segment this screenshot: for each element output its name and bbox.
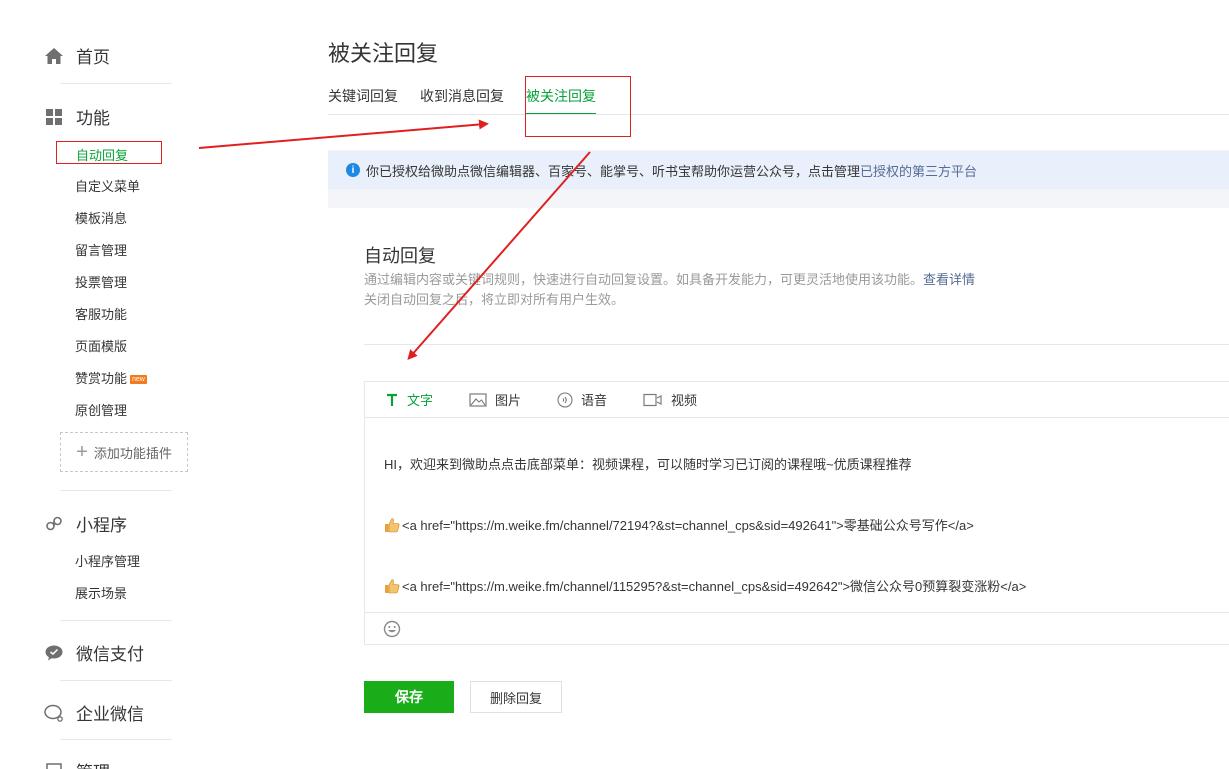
nav-features[interactable]: 功能 <box>44 104 110 129</box>
voice-icon <box>557 391 573 408</box>
tab-keyword-reply[interactable]: 关键词回复 <box>328 86 398 115</box>
image-icon <box>469 392 487 407</box>
main-content: 被关注回复 关键词回复 收到消息回复 被关注回复 i 你已授权给微助点微信编辑器… <box>328 0 1229 769</box>
sidebar-divider <box>60 620 172 621</box>
add-plugin-label: 添加功能插件 <box>93 445 172 461</box>
sidebar-divider <box>60 739 172 740</box>
delete-reply-button[interactable]: 删除回复 <box>470 681 562 713</box>
info-icon: i <box>346 163 360 177</box>
sidebar-item-vote-management[interactable]: 投票管理 <box>75 272 127 291</box>
notice-text: 你已授权给微助点微信编辑器、百家号、能掌号、听书宝帮助你运营公众号，点击管理 <box>366 163 861 179</box>
new-badge: new <box>130 375 147 385</box>
sidebar-item-miniprogram-management[interactable]: 小程序管理 <box>75 551 140 570</box>
tab-message-reply[interactable]: 收到消息回复 <box>420 86 504 115</box>
reply-line-with-link: <a href="https://m.weike.fm/channel/7219… <box>384 515 1229 576</box>
nav-features-label: 功能 <box>76 109 110 128</box>
sidebar-divider <box>60 680 172 681</box>
tab-voice-label: 语音 <box>581 393 608 408</box>
desc-line-1: 通过编辑内容或关键词规则，快速进行自动回复设置。如具备开发能力，可更灵活地使用该… <box>364 272 924 287</box>
sidebar-item-display-scene[interactable]: 展示场景 <box>75 583 127 602</box>
sidebar-item-comment-management[interactable]: 留言管理 <box>75 240 127 259</box>
tab-video[interactable]: 视频 <box>643 390 697 409</box>
card-title: 自动回复 <box>364 246 436 266</box>
nav-miniprogram[interactable]: 小程序 <box>44 511 127 536</box>
sidebar-divider <box>60 490 172 491</box>
card-description: 通过编辑内容或关键词规则，快速进行自动回复设置。如具备开发能力，可更灵活地使用该… <box>364 270 975 310</box>
notice-link[interactable]: 已授权的第三方平台 <box>860 161 977 180</box>
sidebar-item-reward[interactable]: 赞赏功能 new <box>75 368 147 387</box>
page-header: 被关注回复 关键词回复 收到消息回复 被关注回复 <box>328 0 1229 150</box>
video-icon <box>643 393 663 407</box>
home-icon <box>44 46 64 66</box>
sidebar-item-reward-label: 赞赏功能 <box>75 371 128 386</box>
page-title: 被关注回复 <box>328 41 439 66</box>
sidebar-item-customer-service[interactable]: 客服功能 <box>75 304 127 323</box>
thumbs-up-icon <box>384 517 400 536</box>
nav-wechat-pay[interactable]: 微信支付 <box>44 640 144 665</box>
tab-text-label: 文字 <box>407 393 434 408</box>
grid-icon <box>44 107 64 127</box>
plus-icon: + <box>76 440 88 463</box>
reply-line: HI，欢迎来到微助点点击底部菜单：视频课程，可以随时学习已订阅的课程哦~优质课程… <box>384 457 912 472</box>
reply-link-text: <a href="https://m.weike.fm/channel/7219… <box>402 518 974 533</box>
reply-text-area[interactable]: HI，欢迎来到微助点点击底部菜单：视频课程，可以随时学习已订阅的课程哦~优质课程… <box>365 418 1229 637</box>
desc-line-2: 关闭自动回复之后，将立即对所有用户生效。 <box>364 292 625 307</box>
nav-manage-label: 管理 <box>76 758 110 769</box>
sidebar-item-template-message[interactable]: 模板消息 <box>75 208 127 227</box>
tab-video-label: 视频 <box>671 393 698 408</box>
miniprogram-icon <box>44 514 64 534</box>
emoji-icon[interactable] <box>383 620 401 642</box>
nav-home[interactable]: 首页 <box>44 43 110 68</box>
nav-enterprise-wechat[interactable]: 企业微信 <box>44 700 144 725</box>
nav-wechat-pay-label: 微信支付 <box>76 645 144 664</box>
card-divider <box>364 344 1229 345</box>
sidebar-item-custom-menu[interactable]: 自定义菜单 <box>75 176 140 195</box>
editor-type-tabs: 文字 图片 语音 视频 <box>365 382 1229 418</box>
nav-home-label: 首页 <box>76 48 110 67</box>
annotation-box <box>525 76 631 137</box>
nav-manage[interactable]: 管理 <box>44 758 110 769</box>
reply-link-text: <a href="https://m.weike.fm/channel/1152… <box>402 579 1027 594</box>
tab-voice[interactable]: 语音 <box>557 390 607 409</box>
sidebar-item-original[interactable]: 原创管理 <box>75 400 127 419</box>
tab-text[interactable]: 文字 <box>385 390 433 409</box>
nav-miniprogram-label: 小程序 <box>76 516 127 535</box>
add-plugin-button[interactable]: + 添加功能插件 <box>60 432 188 472</box>
wechat-pay-icon <box>44 643 64 663</box>
enterprise-wechat-icon <box>44 703 64 723</box>
tab-image[interactable]: 图片 <box>469 390 521 409</box>
sidebar: 首页 功能 自动回复 自定义菜单 模板消息 留言管理 投票管理 客服功能 页面模… <box>0 0 328 769</box>
sidebar-item-auto-reply[interactable]: 自动回复 <box>56 141 162 164</box>
manage-icon <box>44 761 64 769</box>
reply-editor: 文字 图片 语音 视频 HI，欢迎来到微助点点击底部菜单：视频课程，可以随时学习… <box>364 381 1229 645</box>
nav-enterprise-wechat-label: 企业微信 <box>76 705 144 724</box>
auto-reply-card: 自动回复 通过编辑内容或关键词规则，快速进行自动回复设置。如具备开发能力，可更灵… <box>328 208 1229 769</box>
text-icon <box>385 393 399 407</box>
tabs-divider <box>328 114 1229 115</box>
sidebar-divider <box>60 83 172 84</box>
tab-image-label: 图片 <box>495 393 522 408</box>
thumbs-up-icon <box>384 578 400 597</box>
authorization-notice: i 你已授权给微助点微信编辑器、百家号、能掌号、听书宝帮助你运营公众号，点击管理… <box>328 151 1229 189</box>
save-button[interactable]: 保存 <box>364 681 454 713</box>
sidebar-item-page-template[interactable]: 页面模版 <box>75 336 127 355</box>
view-details-link[interactable]: 查看详情 <box>923 272 975 287</box>
editor-toolbar <box>365 612 1229 645</box>
